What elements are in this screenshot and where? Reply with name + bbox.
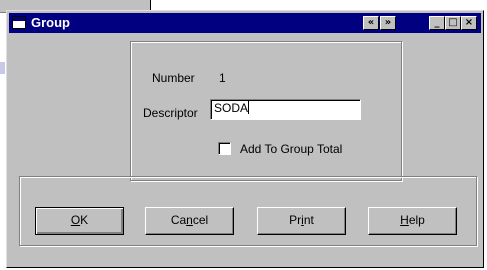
descriptor-input[interactable]: SODA: [210, 99, 361, 120]
window-title: Group: [31, 15, 70, 30]
close-button[interactable]: ×: [461, 16, 477, 30]
help-mnemonic: H: [400, 213, 409, 227]
help-button[interactable]: Help: [368, 207, 457, 235]
number-value: 1: [219, 71, 226, 85]
window-icon[interactable]: [12, 16, 26, 29]
minimize-button[interactable]: _: [429, 16, 445, 30]
cancel-label-rest: cel: [192, 213, 209, 227]
ok-mnemonic: O: [70, 213, 81, 227]
cancel-mnemonic: n: [186, 213, 193, 227]
help-label-rest: elp: [408, 213, 425, 227]
print-label-rest: nt: [303, 213, 314, 227]
background-window-mark: [0, 62, 5, 74]
previous-record-button[interactable]: «: [363, 16, 379, 30]
descriptor-label: Descriptor: [143, 106, 198, 120]
number-label: Number: [152, 71, 195, 85]
next-record-button[interactable]: »: [380, 16, 396, 30]
print-label-start: Pr: [289, 213, 302, 227]
cancel-button[interactable]: Cancel: [145, 207, 234, 235]
print-button[interactable]: Print: [257, 207, 346, 235]
title-bar[interactable]: Group « » _ □ ×: [9, 13, 481, 33]
ok-label-rest: K: [80, 213, 89, 227]
add-to-group-total-label[interactable]: Add To Group Total: [240, 142, 342, 156]
cancel-label-start: Ca: [170, 213, 187, 227]
maximize-button[interactable]: □: [445, 16, 461, 30]
descriptor-input-value: SODA: [214, 101, 249, 115]
add-to-group-total-checkbox[interactable]: [218, 142, 231, 155]
ok-button[interactable]: OK: [35, 207, 124, 235]
text-caret: [248, 101, 250, 114]
